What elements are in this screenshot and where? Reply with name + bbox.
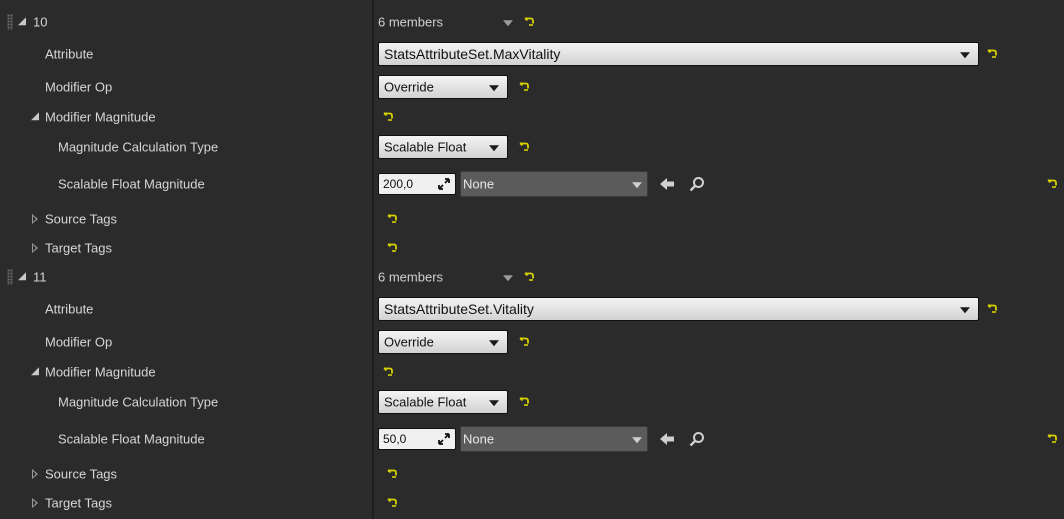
target-tags-label: Target Tags <box>45 240 112 256</box>
reset-icon[interactable] <box>519 337 529 347</box>
expand-triangle-icon[interactable] <box>31 367 39 376</box>
chevron-down-icon <box>489 85 499 92</box>
source-tags-label: Source Tags <box>45 466 118 482</box>
attribute-label: Attribute <box>45 301 94 317</box>
members-count: 6 members <box>378 14 444 30</box>
reset-icon[interactable] <box>383 367 393 377</box>
source-tags-row[interactable]: Source Tags <box>0 204 1064 234</box>
use-selected-arrow-icon[interactable] <box>659 432 675 446</box>
collapsed-triangle-icon[interactable] <box>32 469 38 479</box>
expand-triangle-icon[interactable] <box>18 17 26 26</box>
expand-triangle-icon[interactable] <box>31 112 39 121</box>
members-count: 6 members <box>378 269 444 285</box>
target-tags-row[interactable]: Target Tags <box>0 488 1064 518</box>
attribute-row: Attribute StatsAttributeSet.MaxVitality <box>0 39 1064 69</box>
target-tags-label: Target Tags <box>45 495 112 511</box>
modifier-op-row: Modifier Op Override <box>0 327 1064 357</box>
array-index-label: 11 <box>33 269 47 285</box>
collapsed-triangle-icon[interactable] <box>32 243 38 253</box>
chevron-down-icon <box>489 145 499 152</box>
curve-table-value: None <box>463 431 495 447</box>
attribute-row: Attribute StatsAttributeSet.Vitality <box>0 294 1064 324</box>
use-selected-arrow-icon[interactable] <box>659 177 675 191</box>
reset-icon[interactable] <box>987 304 997 314</box>
chevron-down-icon <box>632 437 642 444</box>
chevron-down-icon <box>632 182 642 189</box>
modifier-op-combo[interactable]: Override <box>378 330 508 354</box>
reset-icon[interactable] <box>1047 434 1057 444</box>
modifier-op-value: Override <box>384 79 434 95</box>
modifier-magnitude-label: Modifier Magnitude <box>45 364 156 380</box>
reset-icon[interactable] <box>1047 179 1057 189</box>
calc-type-label: Magnitude Calculation Type <box>58 139 219 155</box>
modifier-op-value: Override <box>384 334 434 350</box>
scalable-float-input[interactable]: 50,0 <box>378 428 456 450</box>
browse-magnifier-icon[interactable] <box>689 176 705 192</box>
attribute-combo[interactable]: StatsAttributeSet.Vitality <box>378 297 979 321</box>
scalable-float-label: Scalable Float Magnitude <box>58 176 205 192</box>
reset-icon[interactable] <box>519 142 529 152</box>
collapsed-triangle-icon[interactable] <box>32 498 38 508</box>
reset-icon[interactable] <box>383 112 393 122</box>
chevron-down-icon[interactable] <box>503 20 513 27</box>
calc-type-value: Scalable Float <box>384 139 467 155</box>
reset-icon[interactable] <box>387 498 397 508</box>
drag-handle-icon[interactable] <box>7 14 13 30</box>
calc-type-combo[interactable]: Scalable Float <box>378 135 508 159</box>
attribute-label: Attribute <box>45 46 94 62</box>
chevron-down-icon[interactable] <box>503 275 513 282</box>
chevron-down-icon <box>489 400 499 407</box>
modifier-op-label: Modifier Op <box>45 79 113 95</box>
modifier-magnitude-row[interactable]: Modifier Magnitude <box>0 102 1064 132</box>
curve-table-picker[interactable]: None <box>460 171 648 197</box>
modifier-op-row: Modifier Op Override <box>0 72 1064 102</box>
calc-type-row: Magnitude Calculation Type Scalable Floa… <box>0 132 1064 162</box>
expand-triangle-icon[interactable] <box>18 272 26 281</box>
source-tags-row[interactable]: Source Tags <box>0 459 1064 489</box>
modifier-op-combo[interactable]: Override <box>378 75 508 99</box>
curve-preview-icon[interactable] <box>438 178 450 190</box>
reset-icon[interactable] <box>524 17 534 27</box>
scalable-float-value: 200,0 <box>383 177 414 191</box>
calc-type-value: Scalable Float <box>384 394 467 410</box>
modifier-magnitude-row[interactable]: Modifier Magnitude <box>0 357 1064 387</box>
scalable-float-row: Scalable Float Magnitude 200,0 None <box>0 169 1064 199</box>
attribute-value: StatsAttributeSet.Vitality <box>384 301 534 317</box>
drag-handle-icon[interactable] <box>7 269 13 285</box>
reset-icon[interactable] <box>387 243 397 253</box>
attribute-value: StatsAttributeSet.MaxVitality <box>384 46 561 62</box>
target-tags-row[interactable]: Target Tags <box>0 233 1064 263</box>
chevron-down-icon <box>489 340 499 347</box>
reset-icon[interactable] <box>519 82 529 92</box>
calc-type-label: Magnitude Calculation Type <box>58 394 219 410</box>
reset-icon[interactable] <box>387 214 397 224</box>
curve-table-picker[interactable]: None <box>460 426 648 452</box>
reset-icon[interactable] <box>519 397 529 407</box>
browse-magnifier-icon[interactable] <box>689 431 705 447</box>
calc-type-combo[interactable]: Scalable Float <box>378 390 508 414</box>
array-element-row[interactable]: 10 6 members <box>0 7 1064 37</box>
collapsed-triangle-icon[interactable] <box>32 214 38 224</box>
reset-icon[interactable] <box>524 272 534 282</box>
scalable-float-label: Scalable Float Magnitude <box>58 431 205 447</box>
chevron-down-icon <box>960 52 970 59</box>
scalable-float-row: Scalable Float Magnitude 50,0 None <box>0 424 1064 454</box>
array-index-label: 10 <box>33 14 48 30</box>
modifier-op-label: Modifier Op <box>45 334 113 350</box>
curve-preview-icon[interactable] <box>438 433 450 445</box>
source-tags-label: Source Tags <box>45 211 118 227</box>
reset-icon[interactable] <box>987 49 997 59</box>
curve-table-value: None <box>463 176 495 192</box>
chevron-down-icon <box>960 307 970 314</box>
modifier-magnitude-label: Modifier Magnitude <box>45 109 156 125</box>
calc-type-row: Magnitude Calculation Type Scalable Floa… <box>0 387 1064 417</box>
scalable-float-input[interactable]: 200,0 <box>378 173 456 195</box>
scalable-float-value: 50,0 <box>383 432 407 446</box>
array-element-row[interactable]: 11 6 members <box>0 262 1064 292</box>
attribute-combo[interactable]: StatsAttributeSet.MaxVitality <box>378 42 979 66</box>
reset-icon[interactable] <box>387 469 397 479</box>
